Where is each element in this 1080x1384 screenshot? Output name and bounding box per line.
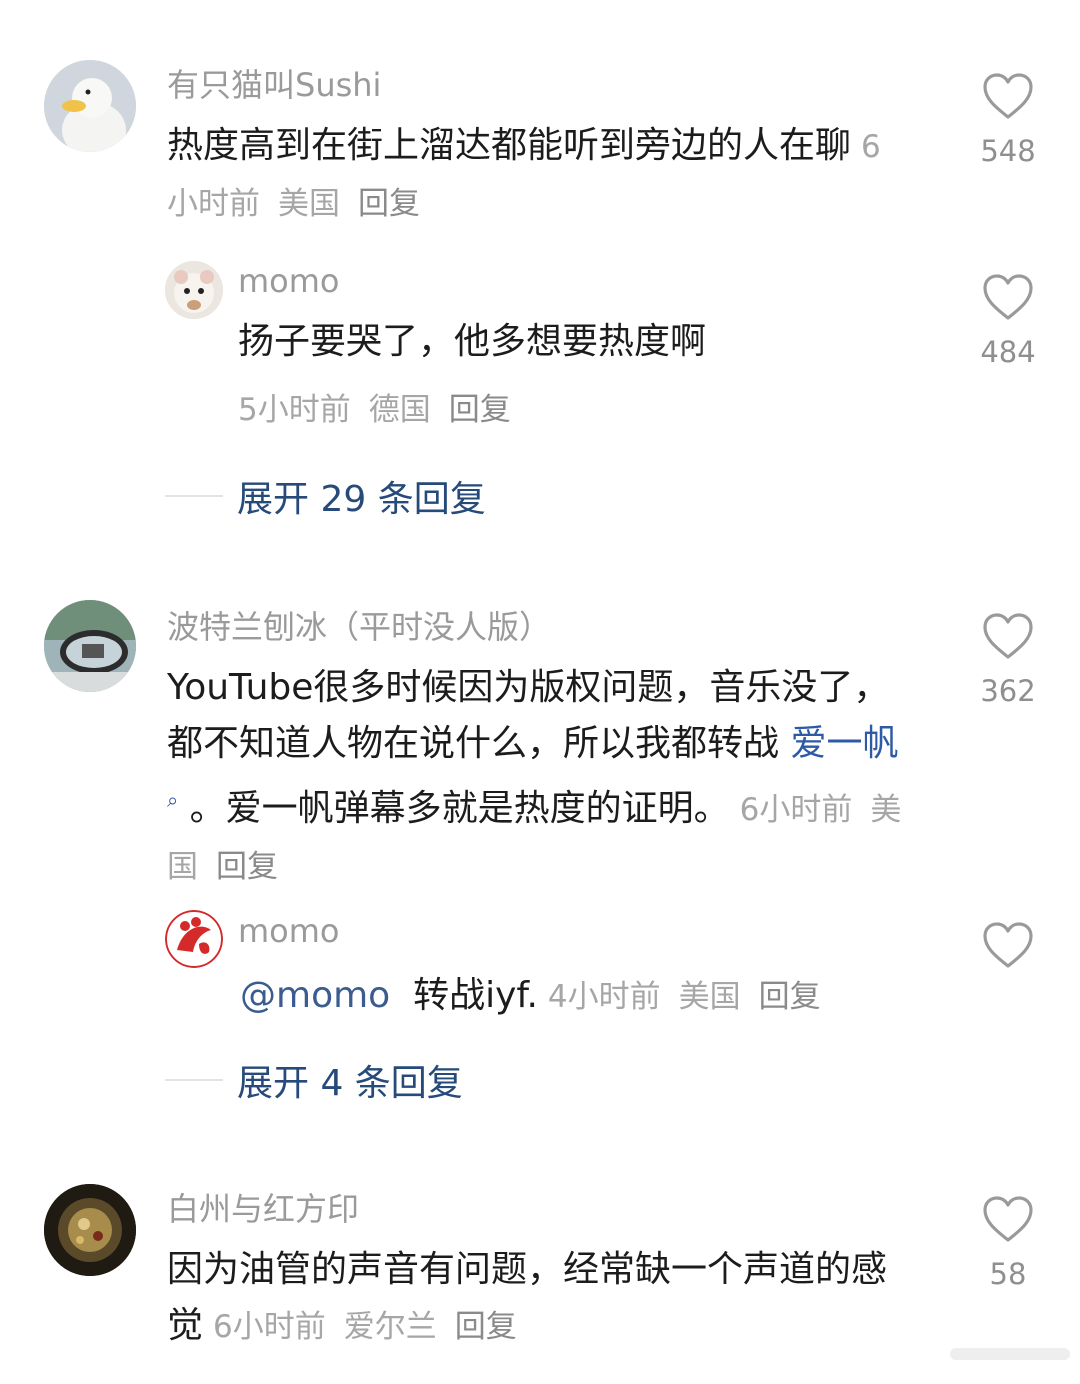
reply-button[interactable]: 回复 — [449, 392, 511, 428]
comment-time: 6小时前 — [739, 792, 853, 828]
like-button[interactable] — [980, 921, 1036, 983]
expand-replies-label: 展开 29 条回复 — [237, 479, 486, 520]
heart-icon — [983, 613, 1033, 659]
heart-icon — [983, 1196, 1033, 1242]
mention-link[interactable]: @momo — [240, 975, 390, 1016]
watermark — [950, 1342, 1070, 1366]
reply-text: @momo 转战iyf. 4小时前 美国 回复 — [240, 968, 960, 1025]
search-icon: ⌕ — [167, 788, 179, 812]
reply-meta: 5小时前 德国 回复 — [238, 384, 529, 429]
reply-button[interactable]: 回复 — [759, 979, 821, 1015]
divider — [165, 495, 223, 497]
reply-username[interactable]: momo — [238, 912, 340, 950]
username[interactable]: 波特兰刨冰（平时没人版） — [167, 602, 551, 648]
reply-avatar[interactable] — [165, 910, 223, 968]
reply-button[interactable]: 回复 — [358, 186, 420, 222]
reply-meta: 4小时前 美国 回复 — [548, 979, 839, 1015]
reply-button[interactable]: 回复 — [455, 1309, 517, 1345]
reply-location: 德国 — [368, 392, 431, 428]
expand-replies-button[interactable]: 展开 29 条回复 — [165, 470, 486, 522]
expand-replies-button[interactable]: 展开 4 条回复 — [165, 1054, 463, 1106]
comment-location: 爱尔兰 — [343, 1309, 437, 1345]
heart-icon — [983, 922, 1033, 968]
like-button[interactable]: 548 — [980, 72, 1036, 168]
comment-content-continued: 。爱一帆弹幕多就是热度的证明。 — [178, 788, 730, 829]
reply-location: 美国 — [678, 979, 741, 1015]
reply-avatar[interactable] — [165, 261, 223, 319]
username[interactable]: 有只猫叫Sushi — [167, 60, 381, 106]
like-button[interactable]: 484 — [980, 273, 1036, 369]
like-count: 58 — [989, 1257, 1027, 1291]
reply-username[interactable]: momo — [238, 262, 340, 300]
like-count: 362 — [980, 674, 1036, 708]
reply-text: 扬子要哭了，他多想要热度啊 — [238, 314, 918, 370]
user-avatar[interactable] — [44, 600, 136, 692]
reply-button[interactable]: 回复 — [216, 849, 278, 885]
expand-replies-label: 展开 4 条回复 — [237, 1063, 463, 1104]
like-button[interactable]: 58 — [980, 1195, 1036, 1291]
comment-text: 因为油管的声音有问题，经常缺一个声道的感觉 6小时前 爱尔兰 回复 — [167, 1242, 907, 1355]
divider — [165, 1079, 223, 1081]
reply-time: 4小时前 — [547, 979, 661, 1015]
like-count: 548 — [980, 134, 1036, 168]
heart-icon — [983, 274, 1033, 320]
reply-content: 扬子要哭了，他多想要热度啊 — [238, 321, 707, 362]
comment-meta: 6小时前 爱尔兰 回复 — [213, 1309, 535, 1345]
comment-content: 热度高到在街上溜达都能听到旁边的人在聊 — [167, 125, 852, 166]
comment-text: YouTube很多时候因为版权问题，音乐没了，都不知道人物在说什么，所以我都转战… — [167, 660, 907, 895]
comment-content: YouTube很多时候因为版权问题，音乐没了，都不知道人物在说什么，所以我都转战 — [167, 667, 890, 764]
search-link-text: 爱一帆 — [790, 723, 899, 764]
reply-time: 5小时前 — [238, 392, 351, 428]
comment-time: 6小时前 — [213, 1309, 326, 1345]
like-count: 484 — [980, 335, 1036, 369]
username[interactable]: 白州与红方印 — [167, 1184, 359, 1230]
heart-icon — [983, 73, 1033, 119]
comment-location: 美国 — [278, 186, 340, 222]
user-avatar[interactable] — [44, 1184, 136, 1276]
comment-text: 热度高到在街上溜达都能听到旁边的人在聊 6小时前 美国 回复 — [167, 118, 907, 232]
like-button[interactable]: 362 — [980, 612, 1036, 708]
reply-content: 转战iyf. — [413, 975, 538, 1016]
user-avatar[interactable] — [44, 60, 136, 152]
